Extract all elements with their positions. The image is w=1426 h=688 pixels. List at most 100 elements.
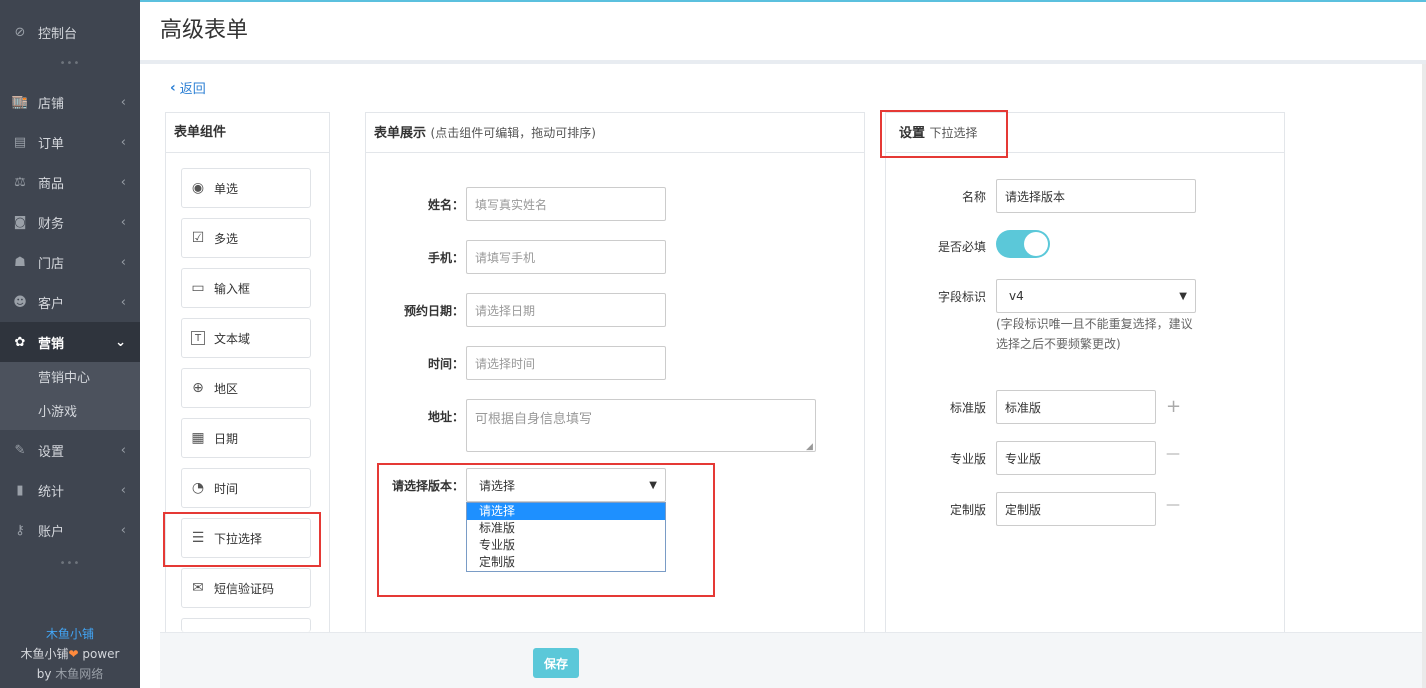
chevron-left-icon: ‹ xyxy=(120,254,126,270)
sidebar-item-statistics[interactable]: ▮ 统计 ‹ xyxy=(0,470,140,510)
setting-label-field-id: 字段标识 xyxy=(937,290,986,304)
sidebar-item-orders[interactable]: ▤ 订单 ‹ xyxy=(0,122,140,162)
component-textarea[interactable]: T 文本域 xyxy=(181,318,311,358)
sidebar-item-label: 统计 xyxy=(38,484,65,500)
form-display-panel-title: 表单展示 (点击组件可编辑，拖动可排序) xyxy=(366,113,864,153)
sidebar-item-dashboard[interactable]: ⊘ 控制台 xyxy=(0,12,140,52)
minus-icon[interactable]: — xyxy=(1166,497,1180,513)
field-label-name: 姓名： xyxy=(427,198,464,212)
option-value-input[interactable]: 定制版 xyxy=(996,492,1156,526)
version-select[interactable]: 请选择 ▼ xyxy=(466,468,666,502)
dropdown-option[interactable]: 标准版 xyxy=(467,520,665,537)
scrollbar[interactable] xyxy=(1422,64,1426,688)
dropdown-icon: ☰ xyxy=(191,530,205,546)
sidebar-subitem-mini-games[interactable]: 小游戏 xyxy=(0,396,140,430)
sidebar-item-label: 客户 xyxy=(38,296,65,312)
plus-icon[interactable]: + xyxy=(1166,396,1181,417)
sidebar-item-label: 营销 xyxy=(38,336,65,352)
option-label: 标准版 xyxy=(949,401,986,415)
phone-input[interactable]: 请填写手机 xyxy=(466,240,666,274)
calendar-icon: ▦ xyxy=(191,430,205,446)
brand-footer: 木鱼小铺 木鱼小铺❤ power by 木鱼网络 xyxy=(0,624,140,684)
chevron-left-icon: ‹ xyxy=(120,174,126,190)
brand-power: 木鱼小铺❤ power xyxy=(20,647,120,661)
sitemap-icon: ☗ xyxy=(14,254,26,270)
component-date[interactable]: ▦ 日期 xyxy=(181,418,311,458)
date-input[interactable]: 请选择日期 xyxy=(466,293,666,327)
dashboard-icon: ⊘ xyxy=(14,24,26,40)
version-dropdown-list: 请选择 标准版 专业版 定制版 xyxy=(466,502,666,572)
users-icon: ☻ xyxy=(13,294,27,310)
field-id-select[interactable]: v4 ▼ xyxy=(996,279,1196,313)
sidebar-item-marketing[interactable]: ✿ 营销 ⌄ xyxy=(0,322,140,362)
chevron-left-icon: ‹ xyxy=(120,94,126,110)
back-link[interactable]: ‹ 返回 xyxy=(170,78,206,98)
sidebar-item-products[interactable]: ⚖ 商品 ‹ xyxy=(0,162,140,202)
name-input[interactable]: 填写真实姓名 xyxy=(466,187,666,221)
sidebar-item-label: 财务 xyxy=(38,216,65,232)
wrench-icon: ✎ xyxy=(14,442,26,458)
sidebar-divider: ••• xyxy=(59,58,81,69)
component-radio[interactable]: ◉ 单选 xyxy=(181,168,311,208)
chevron-left-icon: ‹ xyxy=(120,294,126,310)
gift-icon: ✿ xyxy=(14,334,26,350)
sidebar-item-finance[interactable]: ◙ 财务 ‹ xyxy=(0,202,140,242)
address-textarea[interactable]: 可根据自身信息填写 xyxy=(466,399,816,452)
save-button[interactable]: 保存 xyxy=(533,648,579,678)
bar-chart-icon: ▮ xyxy=(16,482,24,498)
sidebar-item-label: 店铺 xyxy=(38,96,65,112)
component-sms-code[interactable]: ✉ 短信验证码 xyxy=(181,568,311,608)
checkbox-icon: ☑ xyxy=(191,230,205,246)
sidebar-item-account[interactable]: ⚷ 账户 ‹ xyxy=(0,510,140,550)
globe-icon: ⊕ xyxy=(192,380,204,396)
money-icon: ◙ xyxy=(13,214,27,230)
clock-icon: ◔ xyxy=(191,480,205,496)
sidebar-item-customers[interactable]: ☻ 客户 ‹ xyxy=(0,282,140,322)
page-title: 高级表单 xyxy=(160,18,249,43)
store-icon: 🏬 xyxy=(11,94,29,110)
sidebar-item-outlets[interactable]: ☗ 门店 ‹ xyxy=(0,242,140,282)
sidebar-item-settings[interactable]: ✎ 设置 ‹ xyxy=(0,430,140,470)
field-label-version: 请选择版本： xyxy=(391,479,464,493)
dropdown-option[interactable]: 专业版 xyxy=(467,537,665,554)
chevron-left-icon: ‹ xyxy=(120,214,126,230)
sidebar-item-label: 门店 xyxy=(38,256,65,272)
option-label: 定制版 xyxy=(949,503,986,517)
chevron-left-icon: ‹ xyxy=(120,134,126,150)
field-label-time: 时间： xyxy=(427,357,464,371)
dropdown-option[interactable]: 请选择 xyxy=(467,503,665,520)
input-icon: ▭ xyxy=(191,280,205,296)
component-checkbox[interactable]: ☑ 多选 xyxy=(181,218,311,258)
sidebar-item-store[interactable]: 🏬 店铺 ‹ xyxy=(0,82,140,122)
option-label: 专业版 xyxy=(949,452,986,466)
mail-icon: ✉ xyxy=(192,580,204,596)
sidebar-item-label: 商品 xyxy=(38,176,65,192)
option-value-input[interactable]: 标准版 xyxy=(996,390,1156,424)
option-value-input[interactable]: 专业版 xyxy=(996,441,1156,475)
sidebar-subitem-marketing-center[interactable]: 营销中心 xyxy=(0,362,140,396)
minus-icon[interactable]: — xyxy=(1166,446,1180,462)
order-icon: ▤ xyxy=(13,134,27,150)
sidebar: ⊘ 控制台 ••• 🏬 店铺 ‹ ▤ 订单 ‹ ⚖ 商品 ‹ ◙ 财务 ‹ ☗ … xyxy=(0,0,140,688)
brand-name[interactable]: 木鱼小铺 xyxy=(0,624,140,644)
sidebar-submenu: 营销中心 小游戏 xyxy=(0,362,140,430)
component-dropdown[interactable]: ☰ 下拉选择 xyxy=(181,518,311,558)
chevron-left-icon: ‹ xyxy=(120,522,126,538)
caret-down-icon: ▼ xyxy=(649,479,657,491)
sidebar-item-label: 订单 xyxy=(38,136,65,152)
textarea-icon: T xyxy=(191,331,205,345)
component-input[interactable]: ▭ 输入框 xyxy=(181,268,311,308)
dropdown-option[interactable]: 定制版 xyxy=(467,554,665,571)
time-input[interactable]: 请选择时间 xyxy=(466,346,666,380)
field-label-address: 地址： xyxy=(427,410,464,424)
field-label-date: 预约日期： xyxy=(403,304,464,318)
required-toggle[interactable] xyxy=(996,230,1050,258)
field-id-hint: (字段标识唯一且不能重复选择，建议 选择之后不要频繁更改) xyxy=(996,317,1193,351)
setting-name-input[interactable]: 请选择版本 xyxy=(996,179,1196,213)
component-more[interactable] xyxy=(181,618,311,632)
footer-bar xyxy=(160,632,1426,688)
component-region[interactable]: ⊕ 地区 xyxy=(181,368,311,408)
sidebar-item-label: 账户 xyxy=(38,524,65,540)
resize-handle-icon[interactable]: ◢ xyxy=(806,442,813,452)
component-time[interactable]: ◔ 时间 xyxy=(181,468,311,508)
